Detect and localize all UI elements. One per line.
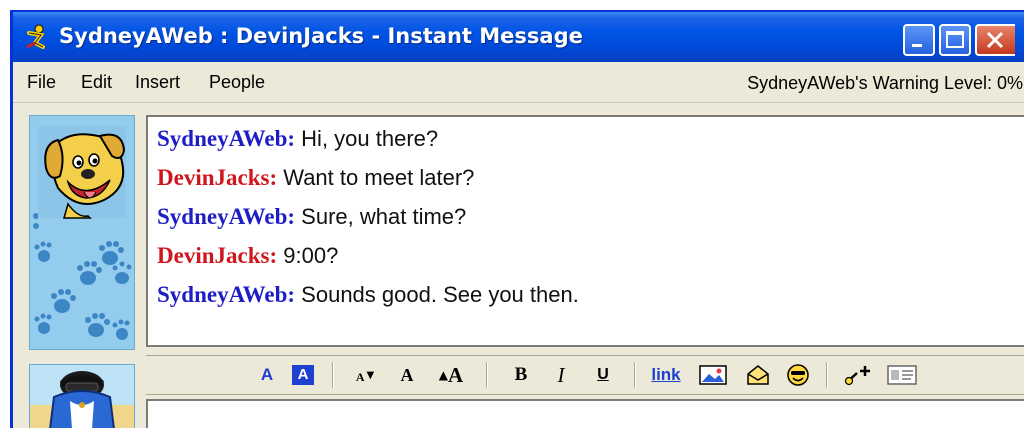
minimize-button[interactable]	[903, 24, 935, 56]
insert-picture-button[interactable]	[698, 362, 728, 388]
insert-smiley-button[interactable]	[784, 362, 812, 388]
buddy-info-button[interactable]	[886, 362, 918, 388]
italic-label: I	[557, 362, 565, 387]
message-sender: SydneyAWeb:	[157, 126, 296, 151]
toolbar-separator	[826, 362, 828, 388]
smaller-font-button[interactable]: A ▼	[350, 362, 380, 388]
maximize-button[interactable]	[939, 24, 971, 56]
menu-edit[interactable]: Edit	[81, 72, 112, 93]
bold-label: B	[514, 364, 528, 385]
message-text: Sounds good. See you then.	[301, 282, 579, 307]
insert-email-button[interactable]	[744, 362, 772, 388]
dog-paws-icon	[30, 116, 134, 349]
menu-bar: File Edit Insert People SydneyAWeb's War…	[13, 62, 1024, 103]
larger-font-button[interactable]: ▲ A	[434, 362, 468, 388]
picture-icon	[699, 365, 727, 385]
message-line: DevinJacks: 9:00?	[157, 243, 338, 269]
text-color-button[interactable]: A	[256, 362, 278, 388]
email-envelope-icon	[747, 365, 769, 385]
bold-button[interactable]: B	[510, 362, 532, 388]
link-label: link	[651, 365, 681, 384]
format-toolbar: A A A ▼ A ▲ A B I U link	[146, 355, 1024, 395]
text-color-label: A	[260, 365, 274, 384]
message-text: Sure, what time?	[301, 204, 467, 229]
toolbar-separator	[486, 362, 488, 388]
message-sender: DevinJacks:	[157, 243, 278, 268]
buddy-icon[interactable]	[29, 115, 135, 350]
window-title: SydneyAWeb : DevinJacks - Instant Messag…	[59, 24, 583, 48]
toolbar-separator	[332, 362, 334, 388]
close-button[interactable]	[975, 24, 1015, 56]
background-color-button[interactable]: A	[290, 362, 316, 388]
conversation-log[interactable]: SydneyAWeb: Hi, you there? DevinJacks: W…	[146, 115, 1024, 347]
smaller-font-label: A	[355, 369, 365, 384]
profile-card-icon	[887, 365, 917, 385]
message-line: SydneyAWeb: Sure, what time?	[157, 204, 466, 230]
normal-font-label: A	[400, 364, 414, 385]
increase-arrow-icon: ▲	[438, 368, 449, 382]
title-bar[interactable]: SydneyAWeb : DevinJacks - Instant Messag…	[13, 12, 1024, 62]
message-sender: DevinJacks:	[157, 165, 278, 190]
background-color-label: A	[292, 365, 314, 385]
message-sender: SydneyAWeb:	[157, 282, 296, 307]
message-line: DevinJacks: Want to meet later?	[157, 165, 474, 191]
message-input[interactable]	[146, 399, 1024, 428]
menu-file[interactable]: File	[27, 72, 56, 93]
message-text: 9:00?	[283, 243, 339, 268]
underline-label: U	[597, 366, 609, 383]
penguin-icon	[30, 365, 134, 428]
message-line: SydneyAWeb: Sounds good. See you then.	[157, 282, 579, 308]
italic-button[interactable]: I	[550, 362, 572, 388]
smiley-icon	[787, 364, 809, 386]
decrease-arrow-icon: ▼	[366, 369, 375, 381]
message-text: Hi, you there?	[301, 126, 439, 151]
message-text: Want to meet later?	[283, 165, 475, 190]
toolbar-separator	[634, 362, 636, 388]
menu-insert[interactable]: Insert	[135, 72, 180, 93]
warning-level: SydneyAWeb's Warning Level: 0%	[747, 73, 1023, 93]
message-line: SydneyAWeb: Hi, you there?	[157, 126, 438, 152]
im-window: SydneyAWeb : DevinJacks - Instant Messag…	[10, 10, 1024, 428]
aim-running-man-icon	[21, 23, 51, 51]
minimize-icon	[912, 44, 922, 47]
add-buddy-icon	[844, 366, 870, 386]
larger-font-label: A	[448, 362, 464, 387]
add-buddy-button[interactable]	[842, 362, 874, 388]
underline-button[interactable]: U	[592, 362, 614, 388]
normal-font-button[interactable]: A	[396, 362, 418, 388]
my-buddy-icon[interactable]	[29, 364, 135, 428]
maximize-icon	[946, 31, 964, 48]
insert-link-button[interactable]: link	[648, 362, 684, 388]
close-icon	[986, 31, 1004, 49]
menu-people[interactable]: People	[209, 72, 265, 93]
message-sender: SydneyAWeb:	[157, 204, 296, 229]
